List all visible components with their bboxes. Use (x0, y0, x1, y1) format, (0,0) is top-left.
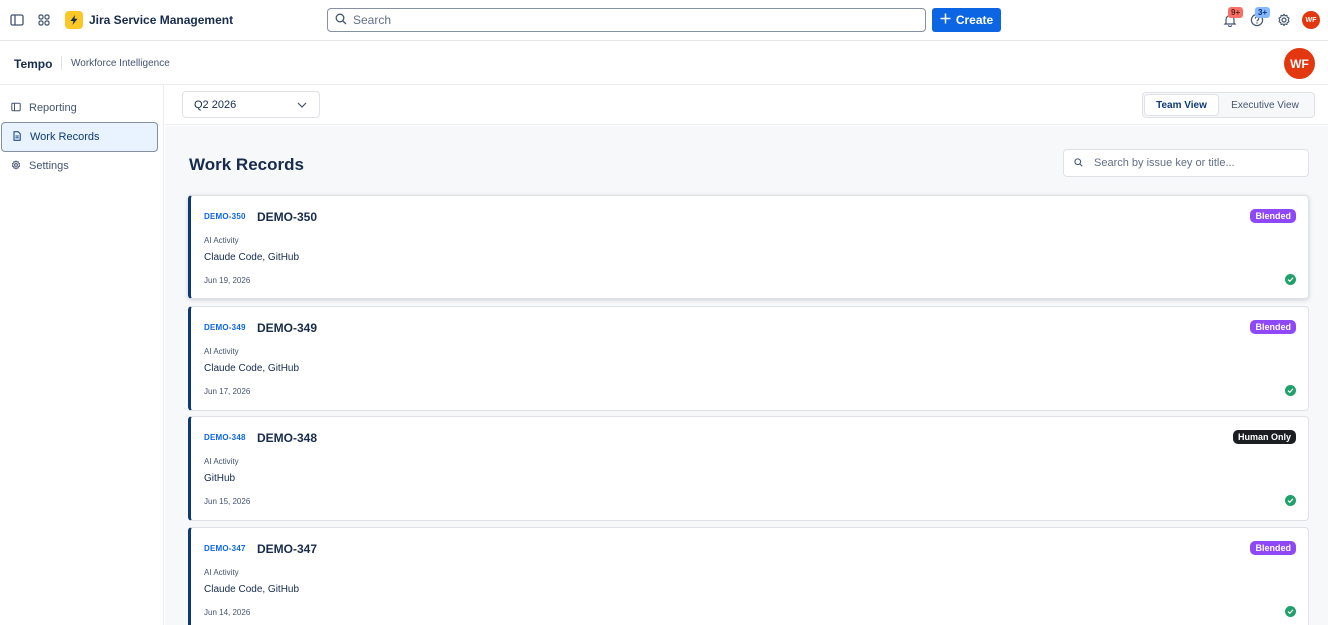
search-icon (1074, 156, 1083, 170)
blended-badge: Blended (1250, 541, 1296, 555)
activity-label: AI Activity (204, 568, 239, 577)
checkmark-icon (1285, 606, 1296, 617)
sidebar: Reporting Work Records Settings (0, 85, 164, 625)
gear-icon (11, 159, 21, 173)
brand-divider (61, 56, 62, 70)
help-count-badge: 3+ (1255, 7, 1271, 18)
app-name[interactable]: Jira Service Management (89, 13, 233, 27)
page-title: Work Records (189, 155, 304, 174)
sidebar-item-label: Work Records (30, 131, 100, 143)
executive-view-button[interactable]: Executive View (1218, 95, 1312, 115)
jira-service-management-logo-icon[interactable] (65, 11, 83, 29)
sidebar-toggle-icon[interactable] (8, 11, 26, 29)
issue-title: DEMO-349 (257, 321, 318, 335)
top-navigation-bar: Jira Service Management Create 9+ 3+ WF (0, 0, 1328, 41)
human-only-badge: Human Only (1232, 430, 1296, 444)
records-search-field[interactable] (1063, 149, 1309, 177)
sidebar-item-reporting[interactable]: Reporting (1, 93, 158, 123)
settings-gear-icon[interactable] (1275, 11, 1293, 29)
sidebar-item-settings[interactable]: Settings (1, 151, 158, 181)
issue-title: DEMO-350 (257, 210, 318, 224)
quarter-select[interactable]: Q2 2026 (182, 91, 320, 118)
view-toggle: Team View Executive View (1142, 92, 1315, 118)
record-date: Jun 19, 2026 (204, 276, 251, 285)
create-button-label: Create (955, 13, 994, 27)
checkmark-icon (1285, 495, 1296, 506)
records-search-input[interactable] (1094, 157, 1294, 169)
sidebar-item-label: Settings (29, 160, 69, 172)
checkmark-icon (1285, 385, 1296, 396)
profile-avatar[interactable]: WF (1284, 48, 1315, 79)
issue-key-link[interactable]: DEMO-350 (204, 212, 246, 221)
checkmark-icon (1285, 274, 1296, 285)
sidebar-item-work-records[interactable]: Work Records (1, 122, 158, 152)
filter-bar: Q2 2026 Team View Executive View (165, 85, 1328, 125)
work-record-card[interactable]: DEMO-350 DEMO-350 Blended AI Activity Cl… (188, 195, 1309, 299)
brand-subtitle: Workforce Intelligence (71, 58, 170, 69)
team-view-button[interactable]: Team View (1145, 95, 1218, 115)
search-icon (335, 13, 347, 28)
sidebar-item-label: Reporting (29, 102, 77, 114)
issue-key-link[interactable]: DEMO-349 (204, 323, 246, 332)
notifications-count-badge: 9+ (1228, 7, 1244, 18)
reporting-icon (11, 102, 21, 115)
blended-badge: Blended (1250, 209, 1296, 223)
activity-label: AI Activity (204, 236, 239, 245)
record-date: Jun 17, 2026 (204, 387, 251, 396)
activity-tools: Claude Code, GitHub (204, 363, 300, 374)
record-date: Jun 14, 2026 (204, 608, 251, 617)
record-date: Jun 15, 2026 (204, 497, 251, 506)
create-button[interactable]: Create (932, 8, 1001, 32)
brand-name: Tempo (14, 57, 53, 71)
issue-key-link[interactable]: DEMO-348 (204, 433, 246, 442)
app-switcher-icon[interactable] (35, 11, 53, 29)
user-avatar[interactable]: WF (1302, 11, 1320, 29)
work-record-card[interactable]: DEMO-349 DEMO-349 Blended AI Activity Cl… (188, 306, 1309, 411)
activity-label: AI Activity (204, 347, 239, 356)
issue-title: DEMO-347 (257, 542, 318, 556)
plus-icon (940, 13, 951, 27)
issue-key-link[interactable]: DEMO-347 (204, 544, 246, 553)
global-search-field[interactable] (327, 8, 926, 32)
issue-title: DEMO-348 (257, 431, 318, 445)
global-search-input[interactable] (353, 13, 913, 27)
chevron-down-icon (297, 99, 307, 111)
activity-label: AI Activity (204, 457, 239, 466)
activity-tools: GitHub (204, 473, 236, 484)
blended-badge: Blended (1250, 320, 1296, 334)
activity-tools: Claude Code, GitHub (204, 584, 300, 595)
document-icon (12, 130, 22, 144)
activity-tools: Claude Code, GitHub (204, 252, 300, 263)
work-record-card[interactable]: DEMO-348 DEMO-348 Human Only AI Activity… (188, 416, 1309, 521)
quarter-select-value: Q2 2026 (194, 98, 237, 111)
work-record-card[interactable]: DEMO-347 DEMO-347 Blended AI Activity Cl… (188, 527, 1309, 625)
app-header: Tempo Workforce Intelligence WF (0, 41, 1328, 85)
